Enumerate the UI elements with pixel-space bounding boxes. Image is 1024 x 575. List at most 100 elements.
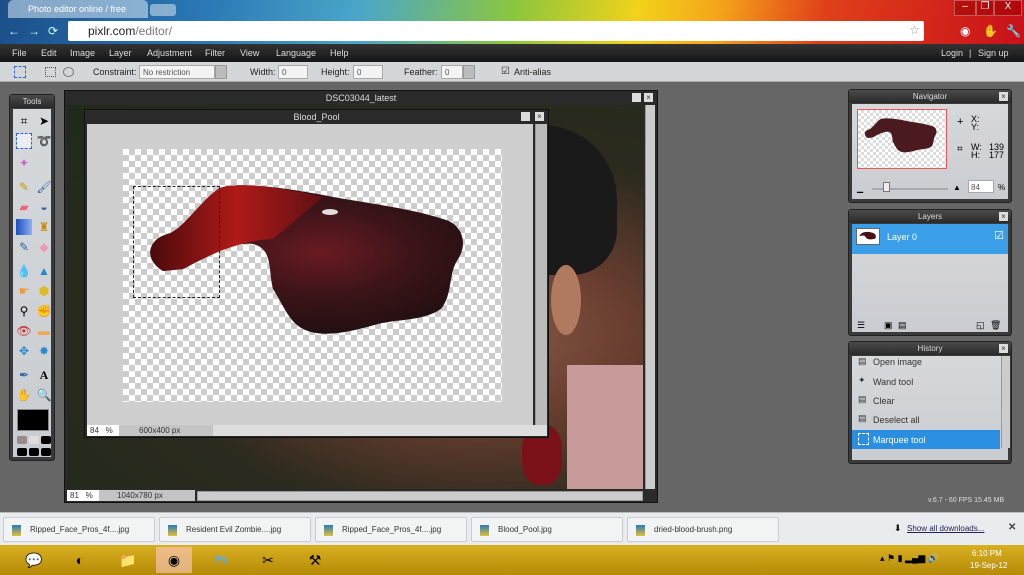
maximize-icon[interactable] — [632, 93, 641, 102]
sharpen-tool-icon[interactable]: ▲ — [36, 263, 52, 279]
wand-tool-icon[interactable]: ✦ — [16, 155, 32, 171]
talk-icon[interactable]: 💬 — [16, 547, 52, 573]
minimize-button[interactable]: – — [954, 0, 976, 16]
close-icon[interactable]: × — [999, 92, 1008, 101]
brush-tool-icon[interactable]: 🖌 — [36, 179, 52, 195]
zoom-field[interactable]: 81 % — [67, 490, 99, 501]
tray-icons[interactable]: ▴ ⚑ ▮ ▂▄▆ 🔊 — [880, 553, 939, 564]
history-item[interactable]: ✦ Wand tool — [852, 373, 1000, 391]
dodge-tool-icon[interactable]: ✊ — [36, 303, 52, 319]
pinch-tool-icon[interactable]: ✸ — [36, 343, 52, 359]
download-item[interactable]: Ripped_Face_Pros_4f....jpg — [315, 517, 467, 542]
login-link[interactable]: Login — [941, 48, 963, 58]
feather-dropdown[interactable] — [463, 65, 475, 79]
wrench-icon[interactable]: 🔧 — [1006, 24, 1021, 38]
signup-link[interactable]: Sign up — [978, 48, 1009, 58]
close-downloads-button[interactable]: ✕ — [1008, 522, 1016, 533]
height-input[interactable]: 0 — [353, 65, 383, 79]
hand-tool-icon[interactable]: ✋ — [16, 387, 32, 403]
menu-file[interactable]: File — [12, 48, 27, 58]
bucket-tool-icon[interactable]: ◒ — [36, 199, 52, 215]
history-scrollbar[interactable] — [1001, 356, 1010, 448]
adblock-icon[interactable]: ✋ — [983, 24, 998, 38]
stamp-tool-icon[interactable]: ♜ — [36, 219, 52, 235]
history-item[interactable]: ▤ Clear — [852, 392, 1000, 410]
restore-button[interactable]: ❐ — [976, 0, 994, 16]
burn-tool-icon[interactable]: ⚲ — [16, 303, 32, 319]
tool-icon[interactable]: ⚒ — [297, 547, 333, 573]
show-all-downloads-link[interactable]: Show all downloads... — [907, 524, 984, 533]
layer-style-icon[interactable]: ☰ — [857, 320, 865, 331]
history-item[interactable]: ▤ Deselect all — [852, 411, 1000, 429]
marquee-selection[interactable] — [133, 186, 220, 298]
menu-image[interactable]: Image — [70, 48, 95, 58]
eyedropper-tool-icon[interactable]: ✒ — [16, 367, 32, 383]
menu-layer[interactable]: Layer — [109, 48, 132, 58]
snipping-icon[interactable]: ✂ — [250, 547, 286, 573]
chrome-icon[interactable]: ◉ — [156, 547, 192, 573]
explorer-icon[interactable]: 📁 — [110, 547, 146, 573]
shape-tool-icon[interactable]: ◆ — [36, 239, 52, 255]
reload-icon[interactable]: ⟳ — [48, 24, 58, 38]
trash-icon[interactable]: 🗑 — [990, 320, 1001, 331]
zoom-slider-handle[interactable] — [883, 182, 890, 192]
download-item[interactable]: Blood_Pool.jpg — [471, 517, 623, 542]
zoom-field[interactable]: 84 % — [87, 425, 119, 436]
new-tab-button[interactable] — [150, 4, 176, 16]
download-item[interactable]: dried-blood-brush.png — [627, 517, 779, 542]
close-icon[interactable]: × — [999, 344, 1008, 353]
menu-view[interactable]: View — [240, 48, 259, 58]
photoshop-icon[interactable]: Ps — [203, 547, 239, 573]
new-layer-icon[interactable]: ◱ — [976, 320, 985, 331]
document-window-blood-pool[interactable]: Blood_Pool × 84 % 600x400 px — [84, 109, 549, 438]
maximize-icon[interactable] — [521, 112, 530, 121]
layer-visibility-checkbox[interactable]: ☑ — [994, 229, 1004, 242]
swatch[interactable] — [41, 436, 51, 444]
picasa-icon[interactable]: ◐ — [62, 547, 98, 573]
zoom-in-icon[interactable]: ▲ — [953, 183, 961, 192]
close-button[interactable]: X — [994, 0, 1022, 16]
zoom-tool-icon[interactable]: 🔍 — [36, 387, 52, 403]
vertical-scrollbar[interactable] — [645, 105, 655, 489]
transparent-canvas[interactable] — [123, 149, 502, 402]
close-icon[interactable]: × — [644, 93, 653, 102]
navigator-zoom-input[interactable]: 84 — [968, 180, 994, 193]
back-icon[interactable]: ← — [8, 24, 20, 38]
star-icon[interactable]: ☆ — [909, 23, 920, 37]
browser-tab[interactable]: Photo editor online / free — [8, 0, 148, 18]
layer-settings-icon[interactable]: ▤ — [898, 320, 907, 331]
swatch[interactable] — [41, 448, 51, 456]
swatch[interactable] — [17, 448, 27, 456]
close-icon[interactable]: × — [535, 112, 544, 121]
layer-row[interactable]: Layer 0 ☑ — [852, 224, 1008, 254]
download-item[interactable]: Resident Evil Zombie....jpg — [159, 517, 311, 542]
history-item[interactable]: ▤ Open image — [852, 354, 1000, 372]
antialias-checkbox[interactable]: ☑ — [501, 66, 510, 77]
marquee-tool-icon[interactable] — [16, 133, 32, 149]
constraint-dropdown[interactable] — [215, 65, 227, 79]
close-icon[interactable]: × — [999, 212, 1008, 221]
pencil-tool-icon[interactable]: ✎ — [16, 179, 32, 195]
red-eye-tool-icon[interactable]: 👁 — [16, 323, 32, 339]
sponge-tool-icon[interactable]: ⬢ — [36, 283, 52, 299]
blur-tool-icon[interactable]: 💧 — [16, 263, 32, 279]
color-replace-icon[interactable]: ✎ — [16, 239, 32, 255]
extension-icon[interactable]: ◉ — [960, 24, 970, 38]
smudge-tool-icon[interactable]: ☛ — [16, 283, 32, 299]
horizontal-scrollbar[interactable] — [197, 491, 643, 501]
canvas-area[interactable] — [87, 124, 533, 425]
vertical-scrollbar[interactable] — [535, 124, 547, 425]
address-bar[interactable]: pixlr.com/editor/ ☆ — [68, 21, 924, 41]
constraint-select[interactable]: No restriction — [139, 65, 215, 79]
zoom-out-icon[interactable]: ▁ — [857, 184, 863, 193]
primary-color-swatch[interactable] — [17, 409, 49, 431]
layer-mask-icon[interactable]: ▣ — [884, 320, 893, 331]
eraser-tool-icon[interactable]: ▰ — [16, 199, 32, 215]
swatch[interactable] — [29, 448, 39, 456]
swatch[interactable] — [29, 436, 39, 444]
swatch[interactable] — [17, 436, 27, 444]
type-tool-icon[interactable]: A — [36, 367, 52, 383]
lasso-tool-icon[interactable]: ➰ — [36, 133, 52, 149]
forward-icon[interactable]: → — [28, 24, 40, 38]
menu-language[interactable]: Language — [276, 48, 316, 58]
